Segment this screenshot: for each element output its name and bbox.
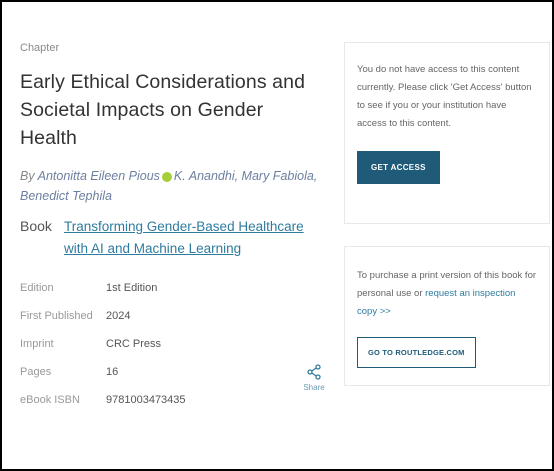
meta-value: 9781003473435 bbox=[106, 394, 186, 406]
book-row: Book Transforming Gender-Based Healthcar… bbox=[20, 216, 320, 260]
meta-value: 16 bbox=[106, 366, 119, 378]
meta-key: Pages bbox=[20, 366, 52, 378]
purchase-message: To purchase a print version of this book… bbox=[357, 267, 537, 321]
author-list: By Antonitta Eileen Pious K. Anandhi, Mar… bbox=[20, 166, 320, 206]
get-access-button[interactable]: GET ACCESS bbox=[357, 151, 440, 184]
metadata-table: Edition 1st Edition First Published 2024… bbox=[20, 274, 186, 414]
share-button[interactable]: Share bbox=[294, 364, 334, 392]
table-row: eBook ISBN 9781003473435 bbox=[20, 386, 186, 414]
meta-value: CRC Press bbox=[106, 338, 162, 350]
page-frame: Chapter Early Ethical Considerations and… bbox=[0, 0, 554, 471]
go-to-routledge-button[interactable]: GO TO ROUTLEDGE.COM bbox=[357, 337, 476, 368]
meta-value: 2024 bbox=[106, 310, 131, 322]
access-card: You do not have access to this content c… bbox=[344, 42, 550, 224]
content-type-label: Chapter bbox=[20, 42, 60, 54]
meta-value: 1st Edition bbox=[106, 282, 158, 294]
access-message: You do not have access to this content c… bbox=[357, 64, 532, 129]
table-row: First Published 2024 bbox=[20, 302, 186, 330]
chapter-details: Chapter Early Ethical Considerations and… bbox=[20, 42, 320, 414]
meta-key: First Published bbox=[20, 310, 93, 322]
meta-key: Edition bbox=[20, 282, 54, 294]
purchase-card: To purchase a print version of this book… bbox=[344, 246, 550, 386]
meta-key: Imprint bbox=[20, 338, 54, 350]
book-title-link[interactable]: Transforming Gender-Based Healthcare wit… bbox=[64, 216, 320, 260]
authors-prefix: By bbox=[20, 169, 35, 183]
table-row: Pages 16 bbox=[20, 358, 186, 386]
share-label: Share bbox=[303, 383, 325, 392]
orcid-icon[interactable] bbox=[161, 171, 172, 182]
page-title: Early Ethical Considerations and Societa… bbox=[20, 71, 306, 149]
author-link[interactable]: Antonitta Eileen Pious bbox=[38, 169, 160, 183]
meta-key: eBook ISBN bbox=[20, 394, 80, 406]
table-row: Imprint CRC Press bbox=[20, 330, 186, 358]
book-label: Book bbox=[20, 218, 52, 234]
table-row: Edition 1st Edition bbox=[20, 274, 186, 302]
share-icon bbox=[307, 364, 321, 380]
